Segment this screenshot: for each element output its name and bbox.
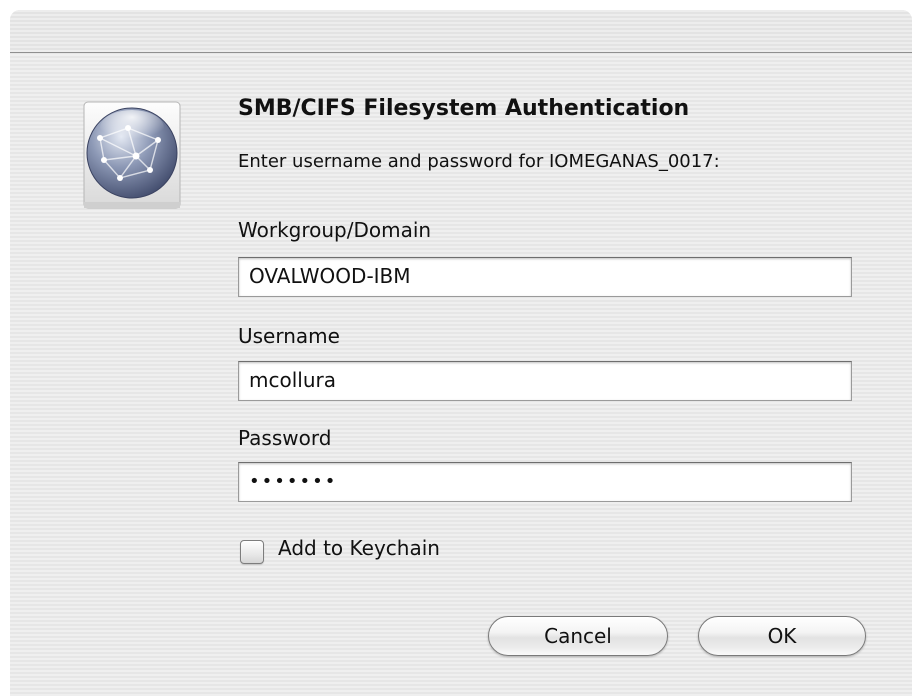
- username-field[interactable]: mcollura: [238, 361, 852, 401]
- workgroup-field[interactable]: OVALWOOD-IBM: [238, 257, 852, 297]
- ok-button[interactable]: OK: [698, 616, 866, 656]
- password-field[interactable]: •••••••: [238, 462, 852, 502]
- dialog-titlebar: [10, 10, 912, 53]
- password-label: Password: [238, 426, 332, 450]
- cancel-button[interactable]: Cancel: [488, 616, 668, 656]
- auth-dialog: SMB/CIFS Filesystem Authentication Enter…: [10, 10, 912, 696]
- workgroup-label: Workgroup/Domain: [238, 218, 432, 242]
- network-globe-icon: [80, 98, 184, 212]
- username-label: Username: [238, 324, 340, 348]
- dialog-message: Enter username and password for IOMEGANA…: [238, 151, 720, 172]
- keychain-checkbox[interactable]: [240, 540, 264, 564]
- dialog-heading: SMB/CIFS Filesystem Authentication: [238, 96, 690, 121]
- keychain-checkbox-label[interactable]: Add to Keychain: [278, 536, 440, 560]
